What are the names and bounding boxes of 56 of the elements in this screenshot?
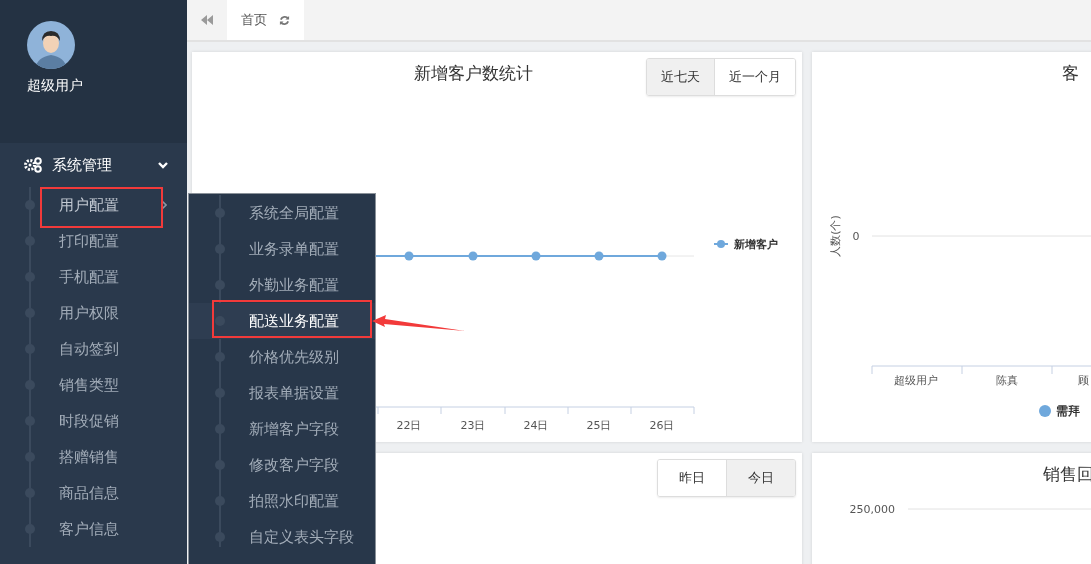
sidebar-item[interactable]: 销售类型 (0, 367, 187, 403)
card-title: 客 (1061, 62, 1079, 85)
range-tab[interactable]: 今日 (726, 460, 795, 496)
sidebar-item[interactable]: 打印配置 (0, 223, 187, 259)
sidebar-item[interactable]: 自动签到 (0, 331, 187, 367)
submenu-item[interactable]: 价格优先级别 (189, 339, 375, 375)
axis-label: 顾 (1078, 374, 1089, 387)
sidebar-item[interactable]: 手机配置 (0, 259, 187, 295)
legend-label: 需拜 (1056, 404, 1080, 418)
axis-label: 超级用户 (894, 374, 938, 387)
sidebar-item[interactable]: 用户权限 (0, 295, 187, 331)
chevron-icon (161, 200, 167, 210)
refresh-icon[interactable] (279, 14, 290, 26)
submenu-item[interactable]: 外勤业务配置 (189, 267, 375, 303)
sidebar-item[interactable]: 时段促销 (0, 403, 187, 439)
legend-label: 新增客户 (734, 238, 778, 251)
user-name: 超级用户 (27, 77, 83, 95)
submenu-item[interactable]: 拍照水印配置 (189, 483, 375, 519)
menu-group[interactable]: 系统管理 (0, 143, 187, 187)
range-tab[interactable]: 昨日 (658, 460, 726, 496)
data-point (657, 251, 667, 261)
data-point (594, 251, 604, 261)
axis-label: 26日 (649, 419, 675, 432)
timeline-dot (215, 316, 225, 326)
range-tab[interactable]: 近七天 (647, 59, 714, 95)
sidebar-item[interactable]: 商品信息 (0, 475, 187, 511)
page-tab[interactable]: 首页 (227, 0, 304, 40)
axis-label: 25日 (586, 419, 612, 432)
sidebar-item[interactable]: 客户信息 (0, 511, 187, 547)
submenu-item[interactable]: 系统全局配置 (189, 195, 375, 231)
axis-title: 人数(个) (829, 215, 842, 257)
axis-label: 24日 (523, 419, 549, 432)
submenu-item[interactable]: 业务录单配置 (189, 231, 375, 267)
axis-label: 陈真 (996, 374, 1018, 387)
legend-marker (1039, 405, 1051, 417)
data-point (468, 251, 478, 261)
card-title: 新增客户数统计 (413, 62, 533, 85)
chevron-icon (157, 159, 169, 171)
tick-label: 0 (852, 230, 860, 243)
rewind-icon (201, 15, 213, 25)
sidebar-item[interactable]: 搭赠销售 (0, 439, 187, 475)
submenu-item[interactable]: 自定义表头字段 (189, 519, 375, 555)
submenu-item[interactable]: 配送业务配置 (189, 303, 375, 339)
legend-marker (713, 240, 729, 248)
avatar (27, 21, 75, 69)
submenu-item[interactable]: 修改客户字段 (189, 447, 375, 483)
tick-label: 250,000 (849, 503, 895, 516)
submenu-item[interactable]: 新增客户字段 (189, 411, 375, 447)
settings-icon (24, 157, 42, 173)
submenu-item[interactable]: 报表单据设置 (189, 375, 375, 411)
sidebar-item[interactable]: 用户配置 (0, 187, 187, 223)
axis-label: 23日 (460, 419, 486, 432)
data-point (404, 251, 414, 261)
axis-label: 22日 (396, 419, 422, 432)
data-point (531, 251, 541, 261)
range-tab[interactable]: 近一个月 (714, 59, 795, 95)
